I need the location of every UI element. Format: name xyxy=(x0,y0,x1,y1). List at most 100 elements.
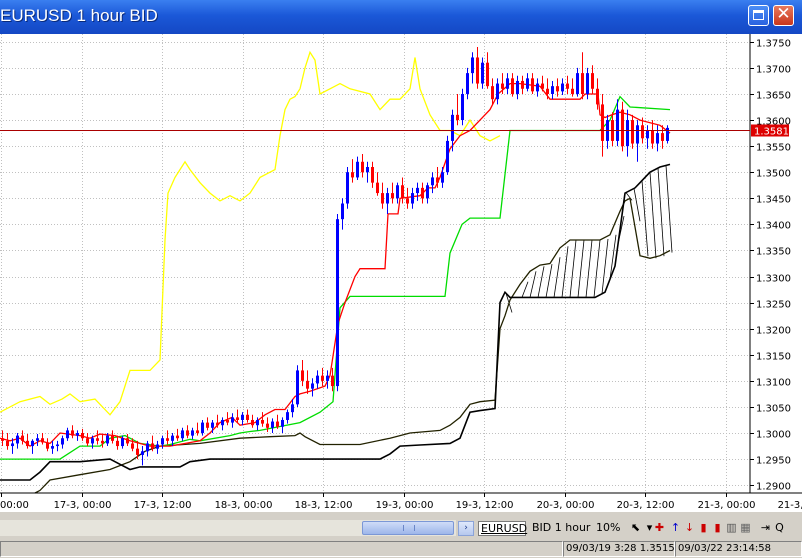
candle-body xyxy=(661,133,664,141)
price-tick-label: 1.3300 xyxy=(756,274,791,285)
candle-body xyxy=(666,127,669,141)
candle-body xyxy=(406,198,409,204)
candle-body xyxy=(466,73,469,94)
timeframe-selector[interactable]: BID 1 hour xyxy=(532,521,590,534)
candle-body xyxy=(226,419,229,423)
candle-body xyxy=(251,419,254,426)
candle-body xyxy=(626,120,629,147)
zoom-level[interactable]: 10% xyxy=(596,521,620,534)
price-tick-label: 1.3450 xyxy=(756,195,791,206)
price-tick-label: 1.3650 xyxy=(756,91,791,102)
candle-body xyxy=(46,442,49,449)
candle-body xyxy=(361,161,364,173)
candle-body xyxy=(481,62,484,84)
arrow-up-tool-icon[interactable]: ↑ xyxy=(668,520,683,536)
candle-body xyxy=(616,109,619,141)
candle-body xyxy=(131,443,134,449)
candle-body xyxy=(141,451,144,455)
candle-body xyxy=(221,419,224,426)
crosshair-tool-icon[interactable]: ✚ xyxy=(652,520,667,536)
status-panel-empty xyxy=(0,541,563,557)
time-tick-label: 17-3, 12:00 xyxy=(134,500,192,511)
candle-body xyxy=(571,88,574,94)
candle-body xyxy=(521,80,524,89)
candle-body xyxy=(476,57,479,84)
candle-body xyxy=(176,435,179,439)
price-chart[interactable]: 1.37501.37001.36501.36001.35501.35001.34… xyxy=(0,34,802,512)
candle-body xyxy=(286,412,289,420)
candle-body xyxy=(566,83,569,89)
time-tick-label: 17-3, 00:00 xyxy=(54,500,112,511)
grip-icon xyxy=(403,525,415,531)
close-button[interactable]: ✕ xyxy=(773,4,794,26)
grid-icon[interactable]: ▦ xyxy=(738,520,753,536)
candle-body xyxy=(391,193,394,199)
candle-body xyxy=(381,193,384,204)
maximize-icon xyxy=(753,10,764,20)
candle-body xyxy=(96,438,99,441)
window-titlebar[interactable]: EURUSD 1 hour BID ✕ xyxy=(0,0,802,34)
candle-body xyxy=(556,86,559,92)
candle-body xyxy=(31,440,34,447)
cursor-tool-icon[interactable]: ⬉ xyxy=(628,520,643,536)
candle-body xyxy=(366,167,369,173)
candle-body xyxy=(641,125,644,139)
candle-down-icon[interactable]: ▮ xyxy=(710,520,725,536)
candle-body xyxy=(206,422,209,428)
scroll-right-button[interactable]: › xyxy=(458,521,474,536)
price-tick-label: 1.3200 xyxy=(756,326,791,337)
candle-body xyxy=(181,430,184,439)
candle-body xyxy=(371,167,374,183)
time-tick-label: 20-3, 00:00 xyxy=(537,500,595,511)
maximize-button[interactable] xyxy=(748,5,769,26)
candle-body xyxy=(146,443,149,452)
candle-body xyxy=(126,438,129,444)
price-tick-label: 1.3350 xyxy=(756,247,791,258)
candle-body xyxy=(191,430,194,436)
candle-body xyxy=(396,185,399,199)
candle-body xyxy=(431,177,434,186)
price-tick-label: 1.3500 xyxy=(756,169,791,180)
window-title: EURUSD 1 hour BID xyxy=(0,6,158,25)
time-tick-label: 21-3, 00:00 xyxy=(698,500,756,511)
candle-body xyxy=(306,380,309,389)
candle-body xyxy=(471,57,474,74)
scrollbar-thumb[interactable] xyxy=(362,521,454,535)
candle-body xyxy=(531,78,534,92)
time-tick-label: 18-3, 00:00 xyxy=(215,500,273,511)
candle-body xyxy=(271,421,274,428)
candle-body xyxy=(71,430,74,436)
candle-body xyxy=(621,109,624,147)
candle-body xyxy=(411,193,414,204)
price-tick-label: 1.3550 xyxy=(756,143,791,154)
price-tick-label: 1.3400 xyxy=(756,221,791,232)
zoom-tool-icon[interactable]: Q xyxy=(772,520,787,536)
candle-body xyxy=(111,435,114,441)
candle-body xyxy=(631,120,634,144)
candle-body xyxy=(296,370,299,405)
candle-body xyxy=(586,73,589,94)
candle-body xyxy=(16,435,19,444)
scroll-end-icon[interactable]: ⇥ xyxy=(758,520,773,536)
price-tick-label: 1.3150 xyxy=(756,352,791,363)
candle-body xyxy=(301,370,304,381)
candle-body xyxy=(246,414,249,420)
candle-body xyxy=(441,172,444,183)
candle-body xyxy=(276,421,279,427)
candle-body xyxy=(76,433,79,436)
close-icon: ✕ xyxy=(776,4,791,24)
price-tick-label: 1.3000 xyxy=(756,430,791,441)
price-tick-label: 1.3750 xyxy=(756,39,791,50)
candle-body xyxy=(511,78,514,94)
candle-body xyxy=(336,219,339,387)
candle-body xyxy=(331,375,334,387)
candle-body xyxy=(241,414,244,420)
candle-body xyxy=(526,78,529,89)
candle-body xyxy=(316,375,319,384)
bar-chart-icon[interactable]: ▥ xyxy=(724,520,739,536)
candle-up-icon[interactable]: ▮ xyxy=(696,520,711,536)
symbol-selector[interactable]: EURUSD xyxy=(478,521,527,536)
chart-background xyxy=(0,34,802,512)
candle-body xyxy=(421,187,424,199)
arrow-down-tool-icon[interactable]: ↓ xyxy=(682,520,697,536)
